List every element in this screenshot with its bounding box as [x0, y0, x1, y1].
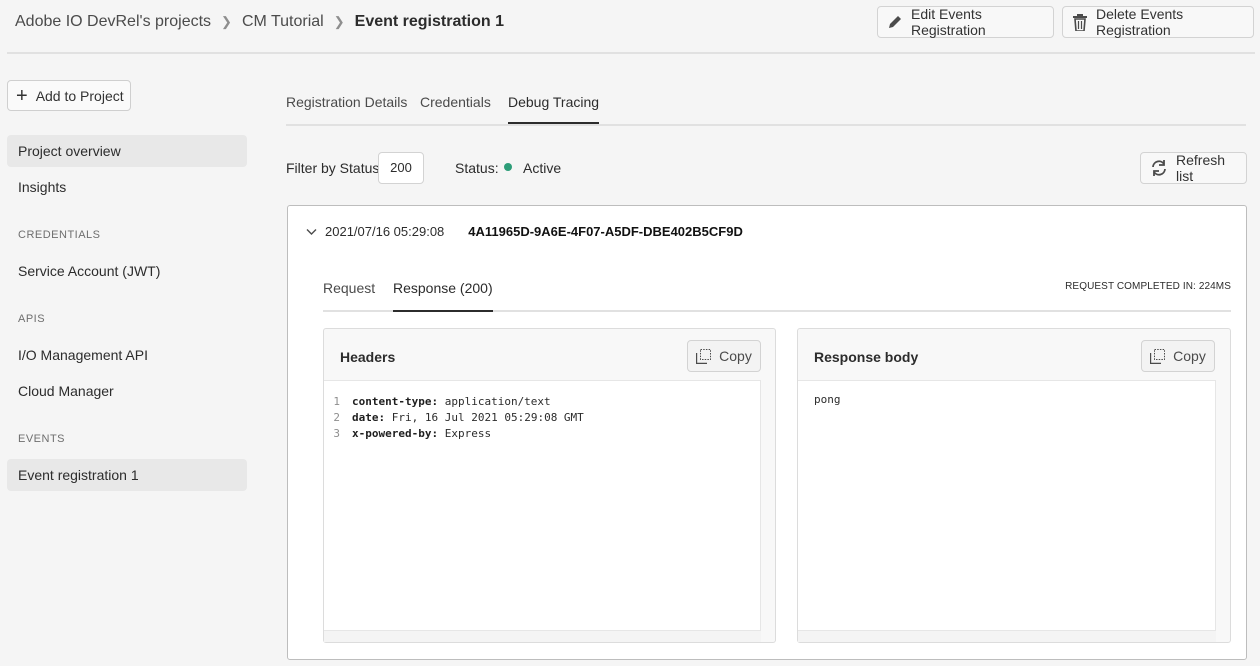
line-number: 2 — [333, 410, 340, 424]
horizontal-scrollbar[interactable] — [324, 630, 761, 642]
tab-registration-details[interactable]: Registration Details — [286, 94, 407, 120]
response-body-title: Response body — [814, 349, 919, 365]
headers-card: Headers Copy 1 content-type: application… — [323, 328, 776, 643]
edit-events-registration-button[interactable]: Edit Events Registration — [877, 6, 1054, 38]
copy-headers-button[interactable]: Copy — [687, 340, 761, 372]
sidebar-item-cloud-manager[interactable]: Cloud Manager — [7, 375, 247, 407]
trace-tabs: Request Response (200) REQUEST COMPLETED… — [323, 266, 1231, 312]
refresh-list-button[interactable]: Refresh list — [1140, 152, 1247, 184]
tab-credentials[interactable]: Credentials — [420, 94, 491, 120]
status-value: Active — [523, 160, 562, 176]
header-key: x-powered-by: — [352, 426, 439, 440]
breadcrumb-org[interactable]: Adobe IO DevRel's projects — [15, 13, 211, 31]
trash-icon — [1072, 13, 1088, 31]
filter-label: Filter by Status: — [286, 160, 384, 176]
sidebar-item-insights[interactable]: Insights — [7, 171, 247, 203]
code-line: 1 content-type: application/text — [324, 393, 760, 409]
request-completed-time: REQUEST COMPLETED IN: 224MS — [1065, 281, 1231, 292]
breadcrumb-current: Event registration 1 — [354, 13, 505, 30]
sidebar-heading-credentials: CREDENTIALS — [18, 229, 101, 241]
breadcrumb-project[interactable]: CM Tutorial — [242, 13, 324, 31]
line-number: 1 — [333, 394, 340, 408]
plus-icon: + — [16, 84, 28, 107]
tab-request[interactable]: Request — [323, 280, 375, 306]
edit-label: Edit Events Registration — [911, 6, 986, 38]
trace-entry: 2021/07/16 05:29:08 4A11965D-9A6E-4F07-A… — [287, 205, 1247, 660]
headers-title: Headers — [340, 349, 396, 365]
code-line: 2 date: Fri, 16 Jul 2021 05:29:08 GMT — [324, 409, 760, 425]
delete-label: Delete Events Registration — [1096, 6, 1184, 38]
sidebar-item-io-management-api[interactable]: I/O Management API — [7, 339, 247, 371]
header-key: content-type: — [352, 394, 439, 408]
copy-icon — [1150, 348, 1166, 364]
trace-timestamp: 2021/07/16 05:29:08 — [325, 224, 445, 239]
status-dot-icon — [504, 163, 512, 171]
trace-header[interactable]: 2021/07/16 05:29:08 4A11965D-9A6E-4F07-A… — [306, 224, 743, 239]
chevron-down-icon[interactable] — [306, 228, 317, 236]
refresh-icon — [1150, 159, 1168, 177]
header-key: date: — [352, 410, 386, 424]
delete-events-registration-button[interactable]: Delete Events Registration — [1062, 6, 1254, 38]
copy-body-button[interactable]: Copy — [1141, 340, 1215, 372]
sidebar-item-service-account[interactable]: Service Account (JWT) — [7, 255, 247, 287]
copy-icon — [696, 348, 712, 364]
horizontal-scrollbar[interactable] — [798, 630, 1216, 642]
header-value: Fri, 16 Jul 2021 05:29:08 GMT — [385, 410, 584, 424]
line-number: 3 — [333, 426, 340, 440]
response-body-text: pong — [814, 393, 841, 406]
trace-id: 4A11965D-9A6E-4F07-A5DF-DBE402B5CF9D — [468, 224, 743, 239]
sidebar-heading-events: EVENTS — [18, 433, 66, 445]
breadcrumb: Adobe IO DevRel's projects ❯ CM Tutorial… — [15, 13, 504, 31]
copy-label: Copy — [719, 348, 752, 364]
response-body-code[interactable]: pong — [798, 380, 1216, 630]
header-divider — [7, 52, 1255, 54]
tab-response[interactable]: Response (200) — [393, 280, 493, 312]
top-bar: Adobe IO DevRel's projects ❯ CM Tutorial… — [0, 0, 1260, 46]
sidebar-heading-apis: APIS — [18, 313, 46, 325]
response-body-card: Response body Copy pong — [797, 328, 1231, 643]
chevron-right-icon: ❯ — [221, 14, 232, 29]
header-value: application/text — [438, 394, 551, 408]
sidebar-item-project-overview[interactable]: Project overview — [7, 135, 247, 167]
status-filter-input[interactable]: 200 — [378, 152, 424, 184]
chevron-right-icon: ❯ — [333, 14, 345, 29]
add-to-project-button[interactable]: + Add to Project — [7, 80, 131, 111]
sidebar-item-event-registration[interactable]: Event registration 1 — [7, 459, 247, 491]
add-to-project-label: Add to Project — [35, 87, 124, 104]
headers-code[interactable]: 1 content-type: application/text 2 date:… — [324, 380, 761, 630]
tab-debug-tracing[interactable]: Debug Tracing — [508, 94, 600, 124]
pencil-icon — [887, 14, 903, 30]
header-value: Express — [438, 426, 492, 440]
status-label: Status: — [455, 160, 499, 176]
main-tabs: Registration Details Credentials Debug T… — [286, 84, 1246, 126]
copy-label: Copy — [1173, 348, 1206, 364]
refresh-label: Refresh list — [1176, 152, 1226, 184]
code-line: 3 x-powered-by: Express — [324, 425, 760, 441]
